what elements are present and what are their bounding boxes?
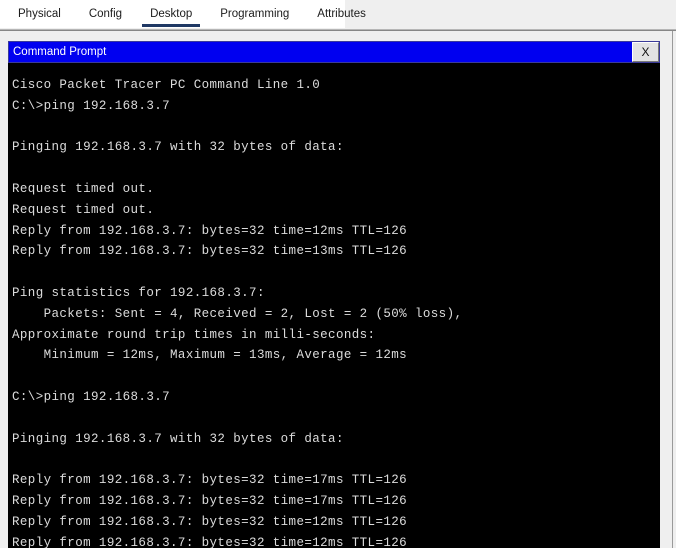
device-tab-bar: Physical Config Desktop Programming Attr… <box>0 0 676 31</box>
tab-list: Physical Config Desktop Programming Attr… <box>0 0 376 28</box>
terminal-line: Pinging 192.168.3.7 with 32 bytes of dat… <box>12 140 344 155</box>
terminal-output-area[interactable]: Cisco Packet Tracer PC Command Line 1.0 C… <box>8 63 660 548</box>
tab-config[interactable]: Config <box>79 0 132 28</box>
tab-physical-label: Physical <box>18 8 61 20</box>
tab-attributes[interactable]: Attributes <box>307 0 376 28</box>
device-config-panel: Physical Config Desktop Programming Attr… <box>0 0 676 548</box>
terminal-line: C:\>ping 192.168.3.7 <box>12 98 171 113</box>
terminal-line: Reply from 192.168.3.7: bytes=32 time=12… <box>12 535 408 548</box>
terminal-line: Ping statistics for 192.168.3.7: <box>12 285 265 300</box>
terminal-line: Reply from 192.168.3.7: bytes=32 time=12… <box>12 514 408 529</box>
terminal-line: Reply from 192.168.3.7: bytes=32 time=17… <box>12 493 408 508</box>
panel-right-border <box>672 31 673 548</box>
terminal-line: Request timed out. <box>12 181 155 196</box>
tab-programming[interactable]: Programming <box>210 0 299 28</box>
command-prompt-window: Command Prompt X Cisco Packet Tracer PC … <box>8 41 660 548</box>
tab-attributes-label: Attributes <box>317 8 366 20</box>
terminal-line: Cisco Packet Tracer PC Command Line 1.0 <box>12 78 321 92</box>
terminal-line: Minimum = 12ms, Maximum = 13ms, Average … <box>12 348 408 363</box>
tab-strip-divider-shadow <box>0 30 676 31</box>
terminal-line: Approximate round trip times in milli-se… <box>12 327 376 342</box>
window-title: Command Prompt <box>13 46 107 58</box>
terminal-line: Reply from 192.168.3.7: bytes=32 time=13… <box>12 244 408 259</box>
terminal-text: Cisco Packet Tracer PC Command Line 1.0 C… <box>8 63 660 548</box>
terminal-line: Reply from 192.168.3.7: bytes=32 time=17… <box>12 473 408 488</box>
tab-desktop[interactable]: Desktop <box>140 0 202 28</box>
tab-config-label: Config <box>88 8 123 20</box>
command-prompt-titlebar[interactable]: Command Prompt X <box>8 41 660 63</box>
terminal-line: C:\>ping 192.168.3.7 <box>12 389 171 404</box>
tab-physical[interactable]: Physical <box>8 0 71 28</box>
tab-desktop-label: Desktop <box>150 8 193 20</box>
terminal-line: Pinging 192.168.3.7 with 32 bytes of dat… <box>12 431 344 446</box>
close-icon[interactable]: X <box>632 42 659 62</box>
terminal-line: Packets: Sent = 4, Received = 2, Lost = … <box>12 306 463 321</box>
terminal-line: Reply from 192.168.3.7: bytes=32 time=12… <box>12 223 408 238</box>
tab-programming-label: Programming <box>220 8 290 20</box>
terminal-line: Request timed out. <box>12 202 155 217</box>
